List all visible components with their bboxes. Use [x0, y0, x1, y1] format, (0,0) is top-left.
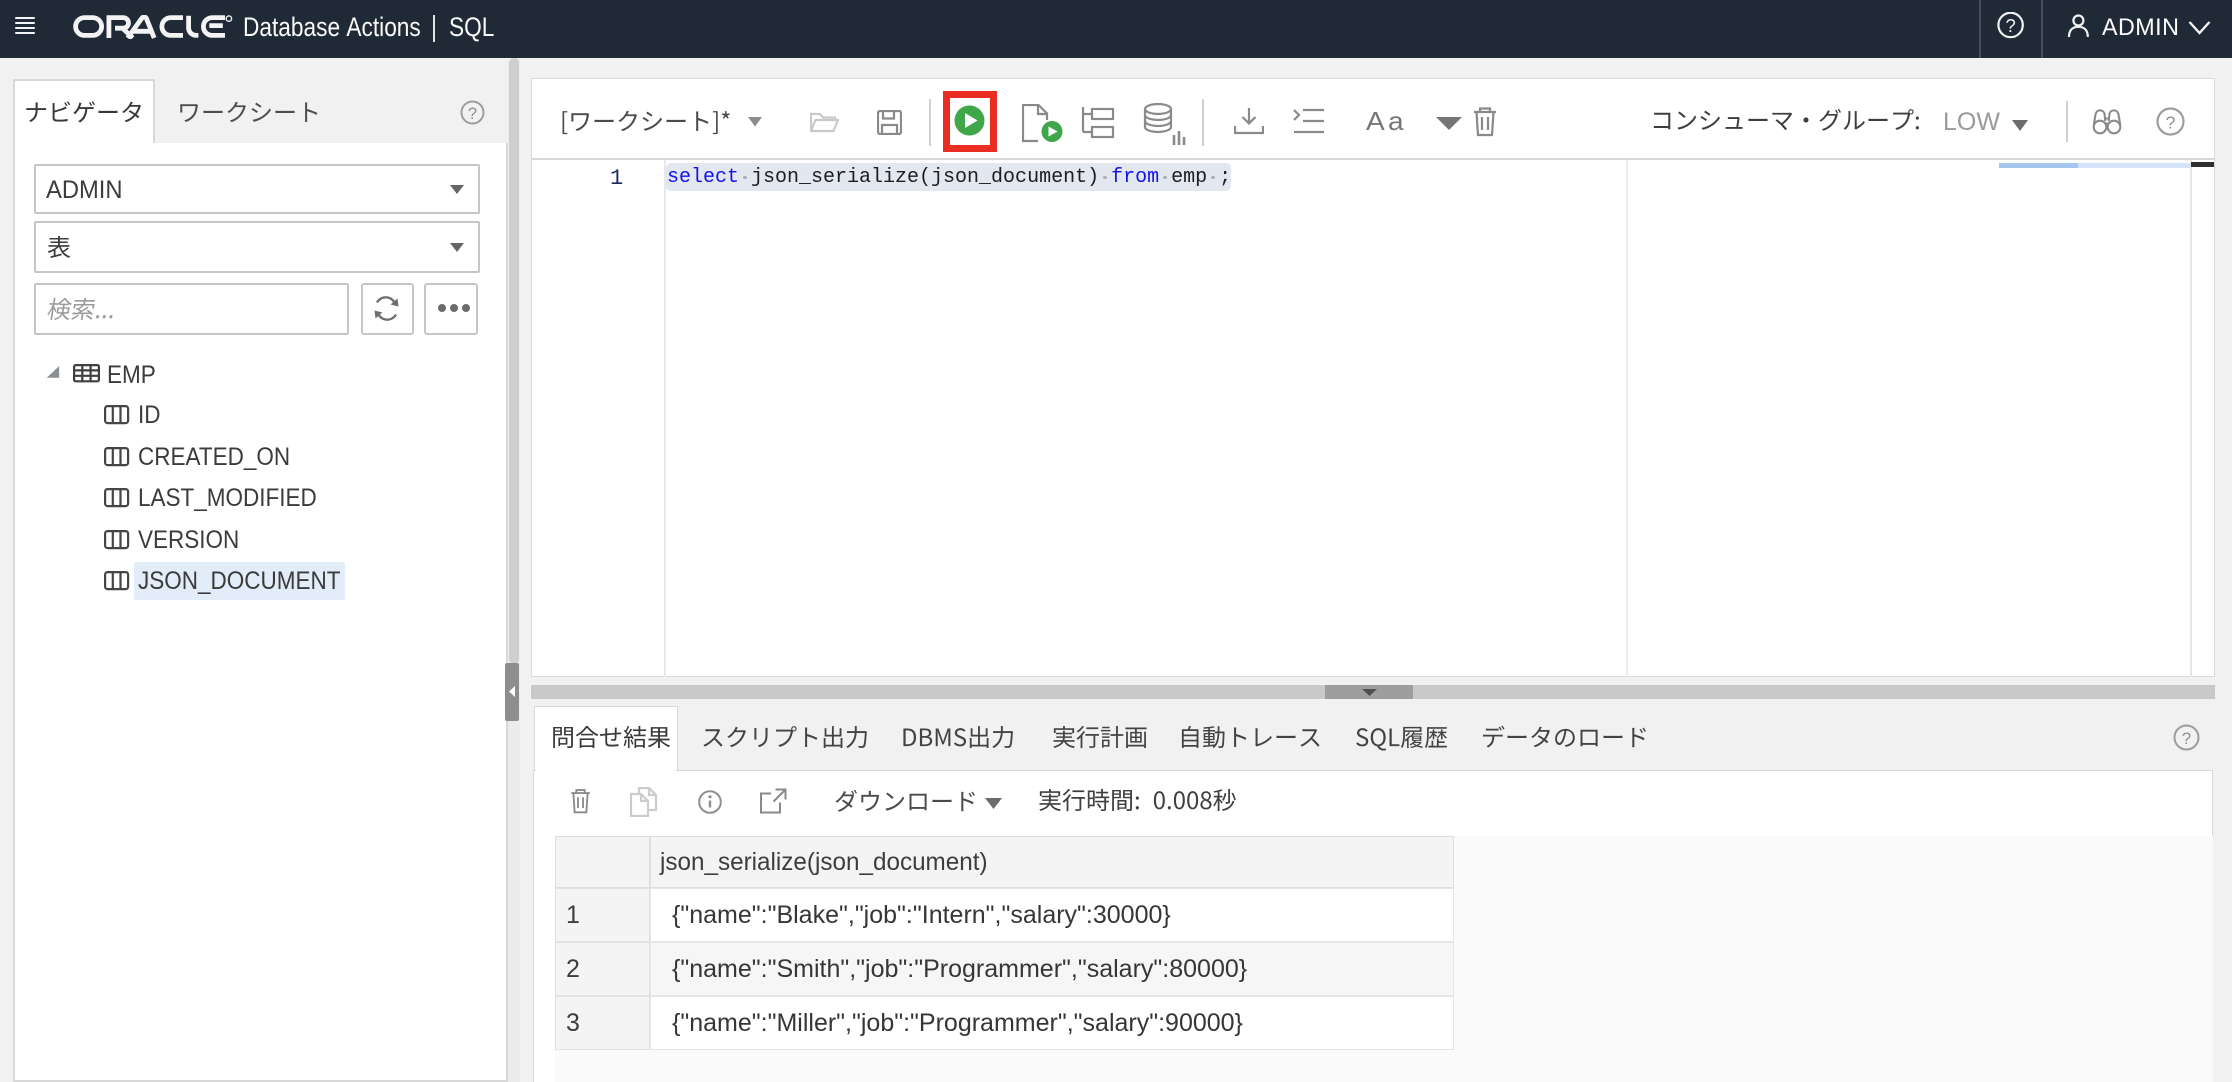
- svg-text:?: ?: [468, 105, 477, 123]
- svg-text:?: ?: [2182, 730, 2191, 748]
- svg-text:?: ?: [2166, 113, 2176, 133]
- svg-text:?: ?: [2005, 15, 2015, 36]
